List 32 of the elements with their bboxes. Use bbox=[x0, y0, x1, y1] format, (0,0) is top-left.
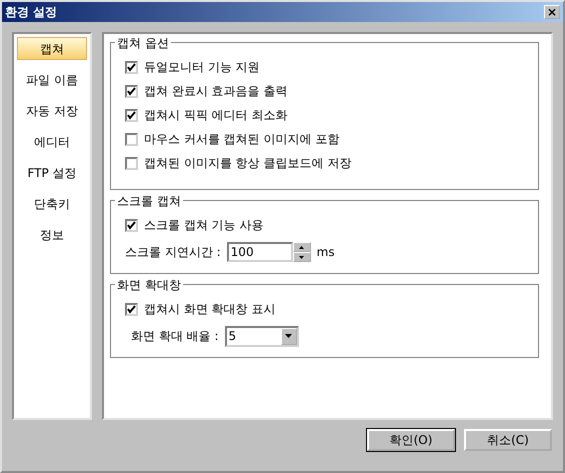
close-button[interactable]: × bbox=[544, 5, 560, 19]
sidebar-item[interactable]: 에디터 bbox=[17, 130, 87, 153]
checkbox[interactable] bbox=[125, 84, 138, 98]
field-label: 화면 확대 배율 : bbox=[131, 328, 218, 345]
number-field[interactable]: 100 bbox=[226, 242, 293, 262]
checkbox-label: 스크롤 캡쳐 기능 사용 bbox=[144, 217, 264, 234]
checkbox[interactable] bbox=[125, 60, 138, 74]
checkbox-label: 캡쳐시 화면 확대창 표시 bbox=[144, 301, 276, 318]
ok-button[interactable]: 확인(O) bbox=[367, 429, 455, 451]
field-label: 스크롤 지연시간 : bbox=[125, 244, 221, 261]
checkbox[interactable] bbox=[125, 218, 138, 232]
checkbox[interactable] bbox=[125, 132, 138, 146]
cancel-button[interactable]: 취소(C) bbox=[464, 429, 552, 451]
checkbox-label: 듀얼모니터 기능 지원 bbox=[144, 59, 260, 76]
checkbox-label: 마우스 커서를 캡쳐된 이미지에 포함 bbox=[144, 131, 340, 148]
sidebar-item[interactable]: 캡쳐 bbox=[17, 37, 87, 60]
checkbox-label: 캡쳐 완료시 효과음을 출력 bbox=[144, 83, 288, 100]
dropdown[interactable]: 5 bbox=[224, 326, 298, 346]
sidebar-item[interactable]: 파일 이름 bbox=[17, 68, 87, 91]
sidebar-item[interactable]: FTP 설정 bbox=[17, 161, 87, 184]
checkbox-label: 캡쳐된 이미지를 항상 클립보드에 저장 bbox=[144, 155, 352, 172]
unit-label: ms bbox=[316, 244, 335, 261]
sidebar-item[interactable]: 단축키 bbox=[17, 192, 87, 215]
checkbox[interactable] bbox=[125, 108, 138, 122]
sidebar-item[interactable]: 정보 bbox=[17, 223, 87, 246]
checkbox-label: 캡쳐시 픽픽 에디터 최소화 bbox=[144, 107, 288, 124]
spin-buttons[interactable] bbox=[292, 242, 311, 262]
dropdown-value: 5 bbox=[228, 328, 236, 345]
checkbox[interactable] bbox=[125, 302, 138, 316]
checkbox[interactable] bbox=[125, 156, 138, 170]
window-title: 환경 설정 bbox=[5, 4, 58, 21]
sidebar-item[interactable]: 자동 저장 bbox=[17, 99, 87, 122]
